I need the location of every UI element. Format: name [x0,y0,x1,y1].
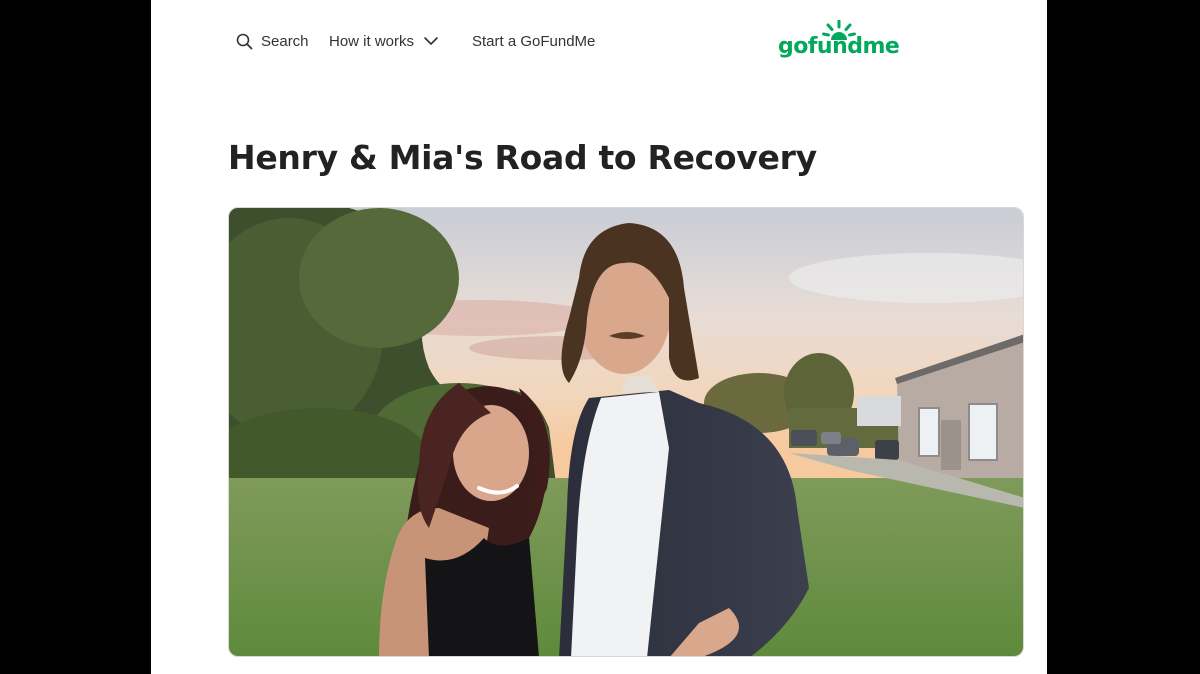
gofundme-page: Search How it works Start a GoFundMe gof… [151,0,1047,674]
top-nav: Search How it works Start a GoFundMe gof… [151,0,1047,82]
screen: Search How it works Start a GoFundMe gof… [0,0,1200,674]
search-link[interactable]: Search [236,31,309,51]
gofundme-logo[interactable]: gofundme [778,19,900,64]
how-it-works-menu[interactable]: How it works [329,31,439,51]
chevron-down-icon [423,33,439,49]
start-gofundme-link[interactable]: Start a GoFundMe [472,31,595,51]
start-gofundme-label: Start a GoFundMe [472,32,596,50]
campaign-title: Henry & Mia's Road to Recovery [228,138,817,177]
search-label: Search [261,32,309,50]
campaign-photo-art [229,208,1023,656]
how-it-works-label: How it works [329,32,415,50]
campaign-photo[interactable] [228,207,1024,657]
search-icon [236,33,253,50]
logo-text: gofundme [778,34,900,59]
